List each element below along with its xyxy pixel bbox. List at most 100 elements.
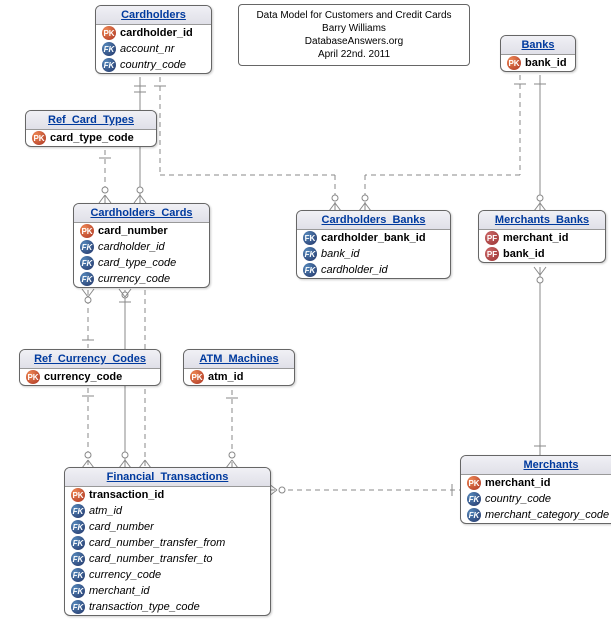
fk-key-icon: FK	[102, 42, 116, 56]
attribute-label: merchant_id	[89, 585, 150, 597]
attribute-row: FK merchant_id	[65, 583, 270, 599]
fk-key-icon: FK	[467, 492, 481, 506]
pk-key-icon: PK	[26, 370, 40, 384]
attribute-label: country_code	[120, 59, 186, 71]
attribute-label: bank_id	[525, 57, 567, 69]
entity-banks: Banks PK bank_id	[500, 35, 576, 72]
attribute-label: cardholder_id	[321, 264, 388, 276]
attribute-label: card_number_transfer_to	[89, 553, 213, 565]
fk-key-icon: FK	[80, 240, 94, 254]
attribute-label: bank_id	[321, 248, 360, 260]
attribute-label: bank_id	[503, 248, 545, 260]
attribute-row: FK cardholder_bank_id	[297, 230, 450, 246]
attribute-row: FK cardholder_id	[74, 239, 209, 255]
entity-link[interactable]: Ref_Currency_Codes	[34, 353, 146, 365]
attribute-row: FK currency_code	[74, 271, 209, 287]
pk-key-icon: PK	[507, 56, 521, 70]
attribute-label: atm_id	[89, 505, 122, 517]
entity-link[interactable]: Merchants_Banks	[495, 214, 589, 226]
entity-merchants: Merchants PK merchant_id FK country_code FK m…	[460, 455, 611, 524]
attribute-row: FK transaction_type_code	[65, 599, 270, 615]
fk-key-icon: FK	[71, 552, 85, 566]
fk-key-icon: FK	[303, 263, 317, 277]
entity-link[interactable]: Cardholders_Cards	[90, 207, 192, 219]
attribute-label: cardholder_id	[98, 241, 165, 253]
attribute-label: merchant_category_code	[485, 509, 609, 521]
fk-key-icon: FK	[71, 536, 85, 550]
fk-key-icon: FK	[80, 272, 94, 286]
fk-key-icon: FK	[102, 58, 116, 72]
entity-link[interactable]: Financial_Transactions	[107, 471, 229, 483]
entity-financial-transactions: Financial_Transactions PK transaction_id F…	[64, 467, 271, 616]
attribute-label: card_number_transfer_from	[89, 537, 225, 549]
fk-key-icon: FK	[303, 231, 317, 245]
attribute-row: PKcurrency_code	[20, 369, 160, 385]
attribute-label: atm_id	[208, 371, 243, 383]
attribute-row: FK card_number_transfer_from	[65, 535, 270, 551]
fk-key-icon: FK	[303, 247, 317, 261]
entity-link[interactable]: Banks	[521, 39, 554, 51]
entity-link[interactable]: Merchants	[523, 459, 578, 471]
attribute-label: currency_code	[89, 569, 161, 581]
attribute-row: FK currency_code	[65, 567, 270, 583]
attribute-label: cardholder_id	[120, 27, 193, 39]
attribute-row: FK card_number	[65, 519, 270, 535]
pk-key-icon: PK	[32, 131, 46, 145]
attribute-row: PK transaction_id	[65, 487, 270, 503]
entity-link[interactable]: Cardholders_Banks	[322, 214, 426, 226]
attribute-label: transaction_type_code	[89, 601, 200, 613]
attribute-row: PK cardholder_id	[96, 25, 211, 41]
entity-atm-machines: ATM_Machines PK atm_id	[183, 349, 295, 386]
attribute-row: PK bank_id	[501, 55, 575, 71]
entity-ref-card-types: Ref_Card_Types PK card_type_code	[25, 110, 157, 147]
entity-link[interactable]: Ref_Card_Types	[48, 114, 134, 126]
fk-key-icon: FK	[71, 584, 85, 598]
pk-key-icon: PK	[102, 26, 116, 40]
attribute-label: card_number	[89, 521, 154, 533]
attribute-row: PK card_type_code	[26, 130, 156, 146]
attribute-row: PK atm_id	[184, 369, 294, 385]
attribute-label: card_number	[98, 225, 168, 237]
attribute-label: account_nr	[120, 43, 174, 55]
attribute-label: currency_code	[98, 273, 170, 285]
attribute-row: PK merchant_id	[461, 475, 611, 491]
attribute-row: PF merchant_id	[479, 230, 605, 246]
attribute-label: merchant_id	[485, 477, 550, 489]
attribute-row: FK card_number_transfer_to	[65, 551, 270, 567]
attribute-row: PF bank_id	[479, 246, 605, 262]
entity-cardholders: Cardholders PKcardholder_idFKaccount_nrF…	[95, 5, 212, 74]
attribute-label: card_type_code	[50, 132, 134, 144]
title-line: DatabaseAnswers.org	[249, 35, 459, 48]
attribute-row: FK cardholder_id	[297, 262, 450, 278]
attribute-row: FK country_code	[461, 491, 611, 507]
attribute-row: FK account_nr	[96, 41, 211, 57]
pk-key-icon: PK	[80, 224, 94, 238]
pf-key-icon: PF	[485, 231, 499, 245]
fk-key-icon: FK	[467, 508, 481, 522]
fk-key-icon: FK	[71, 600, 85, 614]
attribute-label: merchant_id	[503, 232, 568, 244]
entity-cardholders-banks: Cardholders_Banks FKcardholder_bank_idFK…	[296, 210, 451, 279]
entity-cardholders-cards: Cardholders_Cards PK card_number FK cardhol…	[73, 203, 210, 288]
entity-link[interactable]: ATM_Machines	[199, 353, 278, 365]
pf-key-icon: PF	[485, 247, 499, 261]
fk-key-icon: FK	[71, 568, 85, 582]
attribute-row: FKatm_id	[65, 503, 270, 519]
pk-key-icon: PK	[190, 370, 204, 384]
entity-ref-currency-codes: Ref_Currency_Codes PKcurrency_code	[19, 349, 161, 386]
attribute-row: PK card_number	[74, 223, 209, 239]
pk-key-icon: PK	[467, 476, 481, 490]
fk-key-icon: FK	[80, 256, 94, 270]
fk-key-icon: FK	[71, 520, 85, 534]
attribute-label: cardholder_bank_id	[321, 232, 426, 244]
entity-link[interactable]: Cardholders	[121, 9, 186, 21]
title-line: April 22nd. 2011	[249, 48, 459, 61]
attribute-row: FK merchant_category_code	[461, 507, 611, 523]
attribute-label: transaction_id	[89, 489, 164, 501]
pk-key-icon: PK	[71, 488, 85, 502]
diagram-title-box: Data Model for Customers and Credit Card…	[238, 4, 470, 66]
title-line: Data Model for Customers and Credit Card…	[249, 9, 459, 22]
title-line: Barry Williams	[249, 22, 459, 35]
attribute-label: country_code	[485, 493, 551, 505]
attribute-row: FK bank_id	[297, 246, 450, 262]
